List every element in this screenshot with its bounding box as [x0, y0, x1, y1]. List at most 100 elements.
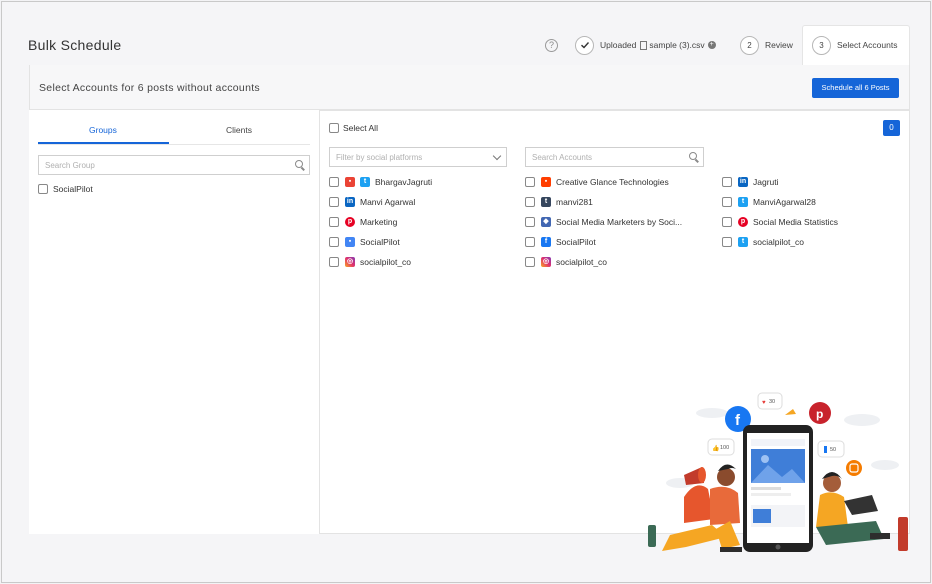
search-accounts-input[interactable]: Search Accounts: [525, 147, 704, 167]
account-item[interactable]: t socialpilot_co: [722, 236, 804, 248]
account-item[interactable]: in Jagruti: [722, 176, 779, 188]
views-bubble: 50: [817, 440, 845, 458]
account-checkbox[interactable]: [329, 217, 339, 227]
account-name: Social Media Marketers by Soci...: [556, 217, 683, 227]
google-business-icon: ▪: [345, 237, 355, 247]
account-name: socialpilot_co: [753, 237, 805, 247]
account-item[interactable]: t manvi281: [525, 196, 593, 208]
account-name: SocialPilot: [556, 237, 596, 247]
pinterest-bubble-icon: p: [809, 402, 831, 424]
account-checkbox[interactable]: [722, 197, 732, 207]
schedule-all-button[interactable]: Schedule all 6 Posts: [812, 78, 899, 98]
twitter-icon: t: [738, 237, 748, 247]
step-number: 2: [740, 35, 759, 55]
account-item[interactable]: in Manvi Agarwal: [329, 196, 415, 208]
account-checkbox[interactable]: [525, 257, 535, 267]
search-icon: [295, 160, 303, 168]
account-checkbox[interactable]: [525, 197, 535, 207]
phone-illustration: [743, 425, 813, 552]
tab-clients[interactable]: Clients: [226, 125, 252, 135]
account-item[interactable]: ▪ t BhargavJagruti: [329, 176, 432, 188]
step-uploaded[interactable]: Uploaded sample (3).csv +: [575, 34, 716, 56]
step-label: Select Accounts: [837, 40, 898, 50]
account-item[interactable]: ◆ Social Media Marketers by Soci...: [525, 216, 682, 228]
account-name: SocialPilot: [360, 237, 400, 247]
group-label: SocialPilot: [53, 184, 93, 194]
linkedin-icon: in: [345, 197, 355, 207]
tab-groups[interactable]: Groups: [89, 125, 117, 135]
woman-illustration: [816, 472, 908, 551]
account-name: ManviAgarwal28: [753, 197, 816, 207]
filter-placeholder: Filter by social platforms: [336, 153, 423, 162]
instagram-icon: ◎: [345, 257, 355, 267]
instagram-icon: ◎: [541, 257, 551, 267]
social-media-illustration: f p ♥ 30 👍 100 50: [648, 392, 908, 552]
youtube-icon: ▪: [541, 177, 551, 187]
account-checkbox[interactable]: [525, 177, 535, 187]
add-icon[interactable]: +: [707, 41, 716, 49]
group-icon: ◆: [541, 217, 551, 227]
man-illustration: [648, 464, 742, 552]
account-name: Social Media Statistics: [753, 217, 839, 227]
account-name: Marketing: [360, 217, 398, 227]
account-checkbox[interactable]: [329, 177, 339, 187]
facebook-icon: f: [541, 237, 551, 247]
search-group-input[interactable]: Search Group: [38, 155, 310, 175]
platform-filter-select[interactable]: Filter by social platforms: [329, 147, 507, 167]
account-checkbox[interactable]: [329, 257, 339, 267]
like-bubble: ♥ 30: [757, 392, 783, 410]
step-label: Review: [765, 40, 793, 50]
account-item[interactable]: ◎ socialpilot_co: [525, 256, 607, 268]
account-checkbox[interactable]: [722, 217, 732, 227]
check-icon: [575, 35, 594, 55]
account-name: Creative Glance Technologies: [556, 177, 669, 187]
account-item[interactable]: ◎ socialpilot_co: [329, 256, 411, 268]
step-number: 3: [812, 35, 831, 55]
select-all-label: Select All: [343, 123, 378, 133]
group-checkbox[interactable]: [38, 184, 48, 194]
chevron-down-icon: [492, 151, 502, 161]
select-all-checkbox[interactable]: [329, 123, 339, 133]
account-name: BhargavJagruti: [375, 177, 433, 187]
account-name: socialpilot_co: [360, 257, 412, 267]
svg-text:♥: ♥: [762, 400, 766, 406]
account-name: socialpilot_co: [556, 257, 608, 267]
account-item[interactable]: p Social Media Statistics: [722, 216, 838, 228]
svg-text:👍: 👍: [712, 444, 719, 452]
account-checkbox[interactable]: [525, 217, 535, 227]
help-icon[interactable]: ?: [545, 39, 558, 52]
pinterest-icon: p: [738, 217, 748, 227]
account-item[interactable]: t ManviAgarwal28: [722, 196, 816, 208]
account-item[interactable]: p Marketing: [329, 216, 397, 228]
pinterest-icon: p: [345, 217, 355, 227]
account-checkbox[interactable]: [329, 197, 339, 207]
account-checkbox[interactable]: [329, 237, 339, 247]
page-title: Bulk Schedule: [28, 37, 122, 53]
instagram-bubble-icon: [846, 460, 862, 476]
search-icon: [689, 152, 697, 160]
like-count: 30: [769, 399, 775, 405]
account-checkbox[interactable]: [722, 177, 732, 187]
account-name: Jagruti: [753, 177, 779, 187]
account-item[interactable]: ▪ Creative Glance Technologies: [525, 176, 669, 188]
account-checkbox[interactable]: [525, 237, 535, 247]
account-item[interactable]: ▪ SocialPilot: [329, 236, 400, 248]
account-name: Manvi Agarwal: [360, 197, 416, 207]
selected-count-badge: 0: [883, 120, 900, 136]
step-select-accounts[interactable]: 3 Select Accounts: [812, 34, 897, 56]
gmb-icon: ▪: [345, 177, 355, 187]
svg-text:p: p: [816, 407, 823, 421]
header-text: Select Accounts for 6 posts without acco…: [39, 82, 260, 94]
account-checkbox[interactable]: [722, 237, 732, 247]
likes-bubble: 👍 100: [707, 438, 735, 456]
account-name: manvi281: [556, 197, 593, 207]
step-review[interactable]: 2 Review: [740, 34, 793, 56]
account-item[interactable]: f SocialPilot: [525, 236, 596, 248]
linkedin-icon: in: [738, 177, 748, 187]
divider: [38, 144, 310, 145]
views-count: 50: [830, 447, 836, 453]
file-icon: [640, 40, 648, 50]
twitter-icon: t: [738, 197, 748, 207]
search-placeholder: Search Group: [45, 161, 95, 170]
search-placeholder: Search Accounts: [532, 153, 593, 162]
